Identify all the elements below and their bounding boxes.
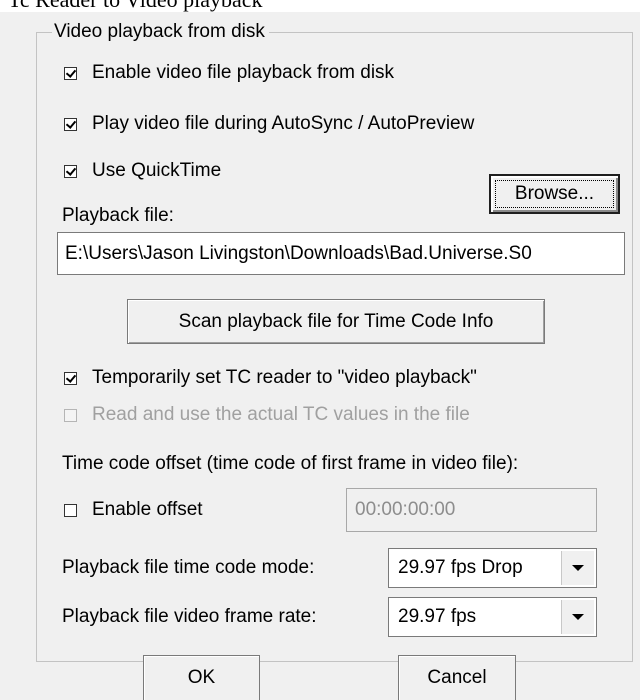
cancel-button-label: Cancel bbox=[427, 667, 487, 688]
browse-focus-rect bbox=[495, 180, 614, 208]
time-code-mode-select[interactable]: 29.97 fps Drop bbox=[388, 548, 597, 588]
browse-button[interactable]: Browse... bbox=[489, 174, 620, 214]
time-code-offset-heading: Time code offset (time code of first fra… bbox=[62, 453, 519, 474]
enable-playback-checkbox-row[interactable]: Enable video file playback from disk bbox=[64, 62, 394, 84]
temp-set-tc-reader-checkbox-row[interactable]: Temporarily set TC reader to "video play… bbox=[64, 367, 477, 389]
enable-offset-checkbox-row[interactable]: Enable offset bbox=[64, 499, 203, 521]
frame-rate-select[interactable]: 29.97 fps bbox=[388, 597, 597, 637]
temp-set-tc-reader-label: Temporarily set TC reader to "video play… bbox=[92, 367, 477, 388]
scan-timecode-button[interactable]: Scan playback file for Time Code Info bbox=[127, 299, 545, 344]
play-during-autosync-checkbox[interactable] bbox=[64, 117, 77, 131]
enable-offset-label: Enable offset bbox=[92, 499, 203, 520]
read-actual-tc-checkbox-row: Read and use the actual TC values in the… bbox=[64, 404, 470, 426]
playback-file-path-input[interactable]: E:\Users\Jason Livingston\Downloads\Bad.… bbox=[57, 232, 625, 275]
use-quicktime-checkbox-row[interactable]: Use QuickTime bbox=[64, 160, 221, 182]
time-code-mode-value: 29.97 fps Drop bbox=[398, 557, 523, 578]
use-quicktime-checkbox[interactable] bbox=[64, 164, 77, 178]
ok-button-label: OK bbox=[187, 667, 216, 688]
chevron-down-icon[interactable] bbox=[561, 600, 594, 634]
play-during-autosync-label: Play video file during AutoSync / AutoPr… bbox=[92, 113, 475, 134]
use-quicktime-label: Use QuickTime bbox=[92, 160, 222, 181]
top-cut-off-text: Tc Reader to Video playback bbox=[0, 0, 640, 12]
time-code-mode-label: Playback file time code mode: bbox=[62, 557, 315, 578]
scan-button-label: Scan playback file for Time Code Info bbox=[178, 310, 494, 332]
playback-file-label: Playback file: bbox=[62, 205, 174, 226]
chevron-down-icon[interactable] bbox=[561, 551, 594, 585]
enable-playback-label: Enable video file playback from disk bbox=[92, 62, 395, 83]
read-actual-tc-label: Read and use the actual TC values in the… bbox=[92, 404, 470, 425]
cancel-button[interactable]: Cancel bbox=[398, 655, 516, 700]
enable-offset-checkbox[interactable] bbox=[64, 503, 77, 517]
read-actual-tc-checkbox bbox=[64, 408, 77, 422]
play-during-autosync-checkbox-row[interactable]: Play video file during AutoSync / AutoPr… bbox=[64, 113, 474, 135]
groupbox-title: Video playback from disk bbox=[52, 21, 269, 43]
enable-playback-checkbox[interactable] bbox=[64, 66, 77, 80]
offset-timecode-field: 00:00:00:00 bbox=[346, 488, 597, 532]
temp-set-tc-reader-checkbox[interactable] bbox=[64, 371, 77, 385]
ok-button[interactable]: OK bbox=[143, 655, 260, 700]
frame-rate-value: 29.97 fps bbox=[398, 606, 477, 627]
frame-rate-label: Playback file video frame rate: bbox=[62, 606, 317, 627]
